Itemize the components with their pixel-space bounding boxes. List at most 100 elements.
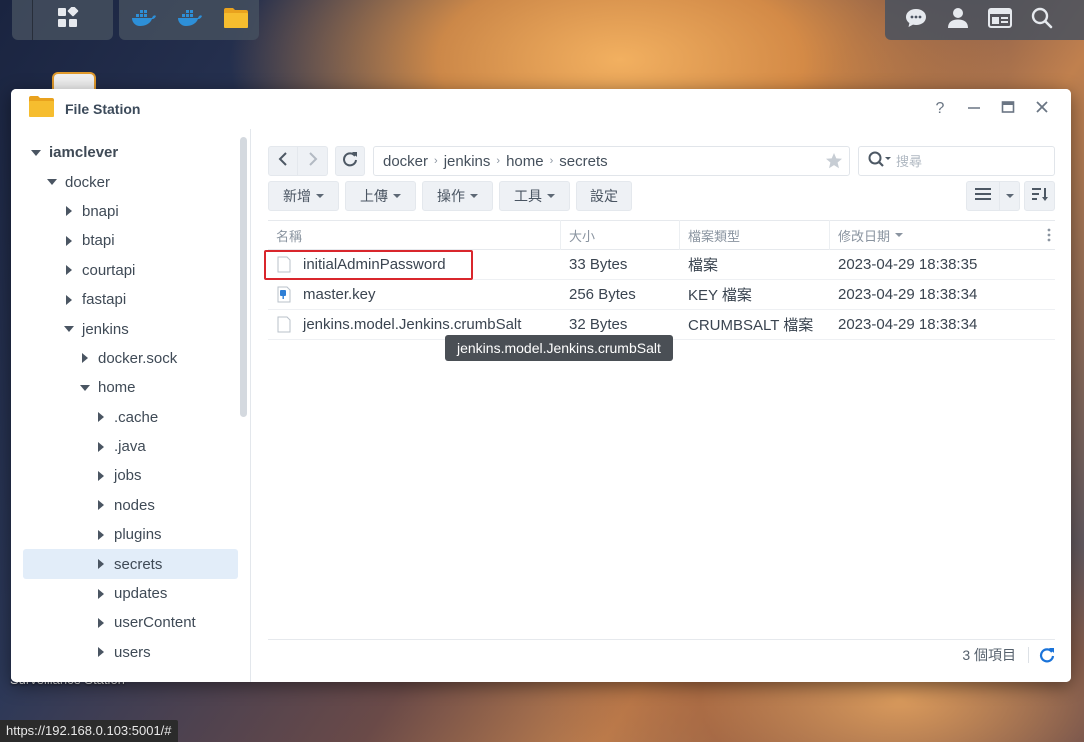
taskbar-separator (32, 0, 33, 40)
close-button[interactable] (1025, 94, 1059, 124)
widgets-button[interactable] (979, 0, 1021, 40)
caret-down-icon[interactable] (47, 177, 57, 187)
breadcrumb-secrets[interactable]: secrets (559, 153, 607, 170)
sidebar-item-courtapi[interactable]: courtapi (23, 256, 238, 285)
sidebar-item-java[interactable]: .java (23, 432, 238, 461)
column-header-size[interactable]: 大小 (561, 220, 680, 250)
file-type: KEY 檔案 (688, 287, 752, 304)
view-mode-dropdown[interactable] (1000, 181, 1020, 211)
sidebar-scrollbar[interactable] (240, 137, 247, 417)
file-station-window: File Station ? iamclever docker bnapi bt… (11, 89, 1071, 682)
sidebar-item-fastapi[interactable]: fastapi (23, 285, 238, 314)
sidebar-item-btapi[interactable]: btapi (23, 226, 238, 255)
caret-right-icon[interactable] (96, 470, 106, 481)
caret-right-icon[interactable] (80, 353, 90, 364)
column-options-icon[interactable] (1047, 228, 1051, 245)
main-pane: docker › jenkins › home › secrets 搜尋 新增 … (251, 129, 1071, 682)
help-button[interactable]: ? (923, 94, 957, 124)
sidebar-item-secrets[interactable]: secrets (23, 549, 238, 579)
taskbar-app-docker-1[interactable] (121, 0, 167, 40)
caret-right-icon[interactable] (96, 529, 106, 540)
help-icon: ? (935, 100, 945, 117)
taskbar-app-file-station[interactable] (213, 0, 259, 40)
column-header-name[interactable]: 名稱 (268, 220, 561, 250)
sidebar-item-iamclever[interactable]: iamclever (23, 138, 238, 167)
sidebar-item-bnapi[interactable]: bnapi (23, 197, 238, 226)
sort-button[interactable] (1024, 181, 1055, 211)
caret-down-icon[interactable] (64, 324, 74, 334)
docker-icon (177, 9, 203, 32)
sidebar-item-jenkins[interactable]: jenkins (23, 314, 238, 343)
global-search-button[interactable] (1021, 0, 1063, 40)
caret-right-icon[interactable] (64, 265, 74, 276)
taskbar-app-docker-2[interactable] (167, 0, 213, 40)
sidebar-item-nodes[interactable]: nodes (23, 491, 238, 520)
refresh-path-button[interactable] (335, 146, 365, 176)
caret-right-icon[interactable] (64, 206, 74, 217)
sidebar-item-usercontent[interactable]: userContent (23, 608, 238, 637)
refresh-list-button[interactable] (1039, 647, 1055, 663)
table-row[interactable]: initialAdminPassword 33 Bytes 檔案 2023-04-29… (268, 250, 1055, 280)
maximize-button[interactable] (991, 94, 1025, 124)
desktop-app-icon[interactable] (52, 72, 96, 90)
close-icon (1035, 100, 1049, 119)
file-type: CRUMBSALT 檔案 (688, 317, 814, 334)
sidebar-item-home[interactable]: home (23, 373, 238, 402)
column-header-type[interactable]: 檔案類型 (680, 220, 830, 250)
sidebar-item-docker-sock[interactable]: docker.sock (23, 344, 238, 373)
view-mode-button[interactable] (966, 181, 1000, 211)
footer-separator (1028, 647, 1029, 663)
sidebar-item-docker[interactable]: docker (23, 167, 238, 196)
caret-down-icon[interactable] (31, 148, 41, 158)
search-box[interactable] (858, 146, 1055, 176)
caret-right-icon[interactable] (96, 617, 106, 628)
main-menu-button[interactable] (45, 0, 91, 40)
upload-button[interactable]: 上傳 (345, 181, 416, 211)
back-button[interactable] (268, 146, 298, 176)
sidebar-item-label: updates (114, 585, 168, 603)
sidebar-item-users[interactable]: users (23, 638, 238, 667)
breadcrumb-separator: › (549, 155, 554, 167)
breadcrumb-home[interactable]: home (506, 153, 544, 170)
window-titlebar[interactable]: File Station ? (11, 89, 1071, 129)
chat-button[interactable] (895, 0, 937, 40)
sidebar-item-label: plugins (114, 526, 162, 544)
sidebar-item-label: fastapi (82, 291, 127, 309)
sidebar-item-cache[interactable]: .cache (23, 403, 238, 432)
action-button[interactable]: 操作 (422, 181, 493, 211)
search-input[interactable] (896, 153, 1036, 169)
caret-down-icon[interactable] (80, 383, 90, 393)
user-button[interactable] (937, 0, 979, 40)
caret-right-icon[interactable] (96, 500, 106, 511)
caret-right-icon[interactable] (96, 588, 106, 599)
caret-right-icon[interactable] (96, 441, 106, 452)
upload-label: 上傳 (360, 188, 388, 204)
caret-right-icon[interactable] (96, 559, 106, 570)
tools-button[interactable]: 工具 (499, 181, 570, 211)
sidebar-item-updates[interactable]: updates (23, 579, 238, 608)
create-button[interactable]: 新增 (268, 181, 339, 211)
cell-modified: 2023-04-29 18:38:34 (830, 280, 1055, 310)
minimize-button[interactable] (957, 94, 991, 124)
path-bar[interactable]: docker › jenkins › home › secrets (373, 146, 850, 176)
sidebar-item-jobs[interactable]: jobs (23, 461, 238, 490)
caret-right-icon[interactable] (64, 294, 74, 305)
breadcrumb-jenkins[interactable]: jenkins (444, 153, 491, 170)
chevron-right-icon (308, 151, 318, 171)
column-header-modified[interactable]: 修改日期 (830, 220, 1055, 250)
cell-name[interactable]: initialAdminPassword (268, 250, 561, 280)
settings-button[interactable]: 設定 (576, 181, 632, 211)
forward-button[interactable] (298, 146, 328, 176)
table-row[interactable]: master.key 256 Bytes KEY 檔案 2023-04-29 18:3… (268, 280, 1055, 310)
caret-right-icon[interactable] (96, 412, 106, 423)
caret-right-icon[interactable] (64, 235, 74, 246)
caret-right-icon[interactable] (96, 647, 106, 658)
star-icon[interactable] (825, 152, 843, 174)
cell-name[interactable]: master.key (268, 280, 561, 310)
caret-down-icon (393, 194, 401, 198)
file-icon (277, 256, 291, 273)
toolbar: 新增 上傳 操作 工具 設定 (268, 181, 1055, 211)
user-icon (947, 7, 969, 34)
breadcrumb-docker[interactable]: docker (383, 153, 428, 170)
sidebar-item-plugins[interactable]: plugins (23, 520, 238, 549)
